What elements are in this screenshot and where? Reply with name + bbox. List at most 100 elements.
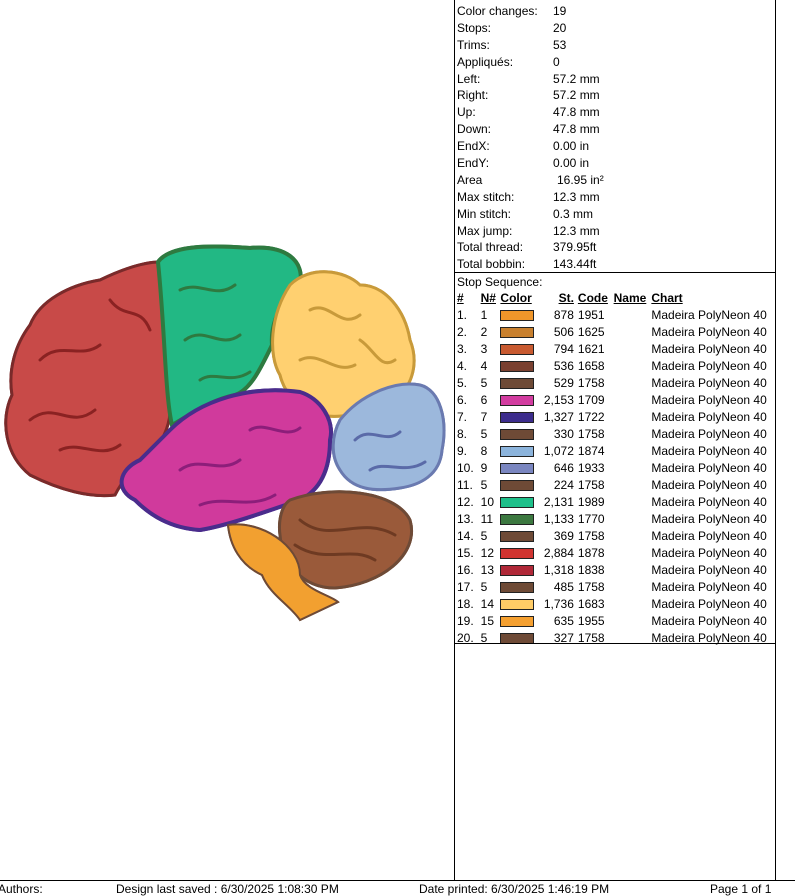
needle-number: 5 (480, 631, 488, 645)
table-row: 7. 7 1,327 1722 Madeira PolyNeon 40 (456, 409, 775, 426)
stat-row: Max jump: 12.3 mm (457, 223, 775, 240)
stat-label: Left: (457, 71, 481, 86)
stitch-count: 1,327 (543, 410, 574, 424)
thread-chart: Madeira PolyNeon 40 (651, 478, 767, 492)
row-index: 19. (457, 614, 474, 628)
thread-code: 1658 (577, 359, 605, 373)
thread-code: 1758 (577, 631, 605, 645)
row-index: 15. (457, 546, 474, 560)
thread-chart: Madeira PolyNeon 40 (651, 410, 767, 424)
thread-name (614, 511, 652, 528)
stat-row: EndX: 0.00 in (457, 138, 775, 155)
color-swatch-cell (500, 630, 538, 647)
stat-value: 57.2 mm (553, 71, 600, 86)
thread-name (614, 528, 652, 545)
needle-number: 8 (480, 444, 488, 458)
color-swatch-cell (500, 528, 538, 545)
stat-value: 19 (553, 4, 567, 18)
table-row: 17. 5 485 1758 Madeira PolyNeon 40 (456, 579, 775, 596)
thread-code: 1874 (577, 444, 605, 458)
thread-chart: Madeira PolyNeon 40 (651, 546, 767, 560)
thread-name (614, 460, 652, 477)
color-swatch-cell (500, 579, 538, 596)
col-header-chart: Chart (651, 291, 683, 305)
thread-color-swatch (500, 599, 535, 611)
needle-number: 1 (480, 308, 488, 322)
stat-label: Max jump: (457, 223, 513, 238)
thread-chart: Madeira PolyNeon 40 (651, 376, 767, 390)
row-index: 12. (457, 495, 474, 509)
footer-page-number: Page 1 of 1 (710, 882, 772, 896)
thread-chart: Madeira PolyNeon 40 (651, 580, 767, 594)
table-row: 2. 2 506 1625 Madeira PolyNeon 40 (456, 324, 775, 341)
thread-name (614, 477, 652, 494)
thread-name (614, 307, 652, 324)
stat-label: EndX: (457, 139, 490, 154)
stitch-count: 1,133 (543, 512, 574, 526)
color-swatch-cell (500, 341, 538, 358)
stitch-count: 536 (553, 359, 574, 373)
color-swatch-cell (500, 426, 538, 443)
stitch-count: 224 (553, 478, 574, 492)
row-index: 16. (457, 563, 474, 577)
stat-label: Down: (457, 122, 492, 137)
needle-number: 15 (480, 614, 494, 628)
table-row: 6. 6 2,153 1709 Madeira PolyNeon 40 (456, 392, 775, 409)
stat-value: 379.95ft (553, 240, 597, 255)
design-statistics: Color changes: 19 Stops: 20 Trims: 53 Appliqué… (457, 3, 775, 273)
thread-color-swatch (500, 429, 535, 441)
thread-name (614, 426, 652, 443)
row-index: 5. (457, 376, 468, 390)
design-preview (0, 0, 454, 880)
thread-chart: Madeira PolyNeon 40 (651, 563, 767, 577)
color-swatch-cell (500, 375, 538, 392)
stitch-count: 485 (553, 580, 574, 594)
stat-label: Min stitch: (457, 206, 512, 221)
table-row: 9. 8 1,072 1874 Madeira PolyNeon 40 (456, 443, 775, 460)
needle-number: 2 (480, 325, 488, 339)
stat-label: Area (457, 172, 483, 187)
color-swatch-cell (500, 358, 538, 375)
thread-code: 1951 (577, 308, 605, 322)
thread-name (614, 596, 652, 613)
stat-row: Total thread: 379.95ft (457, 239, 775, 256)
stitch-count: 1,736 (543, 597, 574, 611)
footer-last-saved: Design last saved : 6/30/2025 1:08:30 PM (116, 882, 339, 896)
thread-code: 1683 (577, 597, 605, 611)
color-swatch-cell (500, 460, 538, 477)
color-swatch-cell (500, 477, 538, 494)
stat-value: 12.3 mm (553, 223, 600, 238)
thread-code: 1709 (577, 393, 605, 407)
color-swatch-cell (500, 392, 538, 409)
stat-value: 0.00 in (553, 156, 590, 171)
stat-row: EndY: 0.00 in (457, 155, 775, 172)
thread-code: 1625 (577, 325, 605, 339)
color-swatch-cell (500, 443, 538, 460)
stat-label: Color changes: (457, 4, 538, 18)
thread-name (614, 392, 652, 409)
stat-value: 12.3 mm (553, 189, 600, 204)
stitch-count: 1,072 (543, 444, 574, 458)
row-index: 1. (457, 308, 468, 322)
stat-row: Down: 47.8 mm (457, 121, 775, 138)
col-header-index: # (457, 291, 464, 305)
needle-number: 7 (480, 410, 488, 424)
thread-color-swatch (500, 395, 535, 407)
thread-code: 1621 (577, 342, 605, 356)
stat-row: Area 16.95 in² (457, 172, 775, 189)
table-row: 13. 11 1,133 1770 Madeira PolyNeon 40 (456, 511, 775, 528)
thread-chart: Madeira PolyNeon 40 (651, 393, 767, 407)
thread-chart: Madeira PolyNeon 40 (651, 359, 767, 373)
thread-chart: Madeira PolyNeon 40 (651, 597, 767, 611)
row-index: 13. (457, 512, 474, 526)
row-index: 11. (457, 478, 473, 492)
thread-color-swatch (500, 548, 535, 560)
col-header-name: Name (613, 291, 647, 305)
stitch-count: 635 (553, 614, 574, 628)
stat-value: 47.8 mm (553, 122, 600, 137)
stat-value: 0 (553, 54, 560, 69)
table-row: 15. 12 2,884 1878 Madeira PolyNeon 40 (456, 545, 775, 562)
stitch-count: 1,318 (543, 563, 574, 577)
stat-label: Appliqués: (457, 54, 514, 69)
thread-color-swatch (500, 531, 535, 543)
